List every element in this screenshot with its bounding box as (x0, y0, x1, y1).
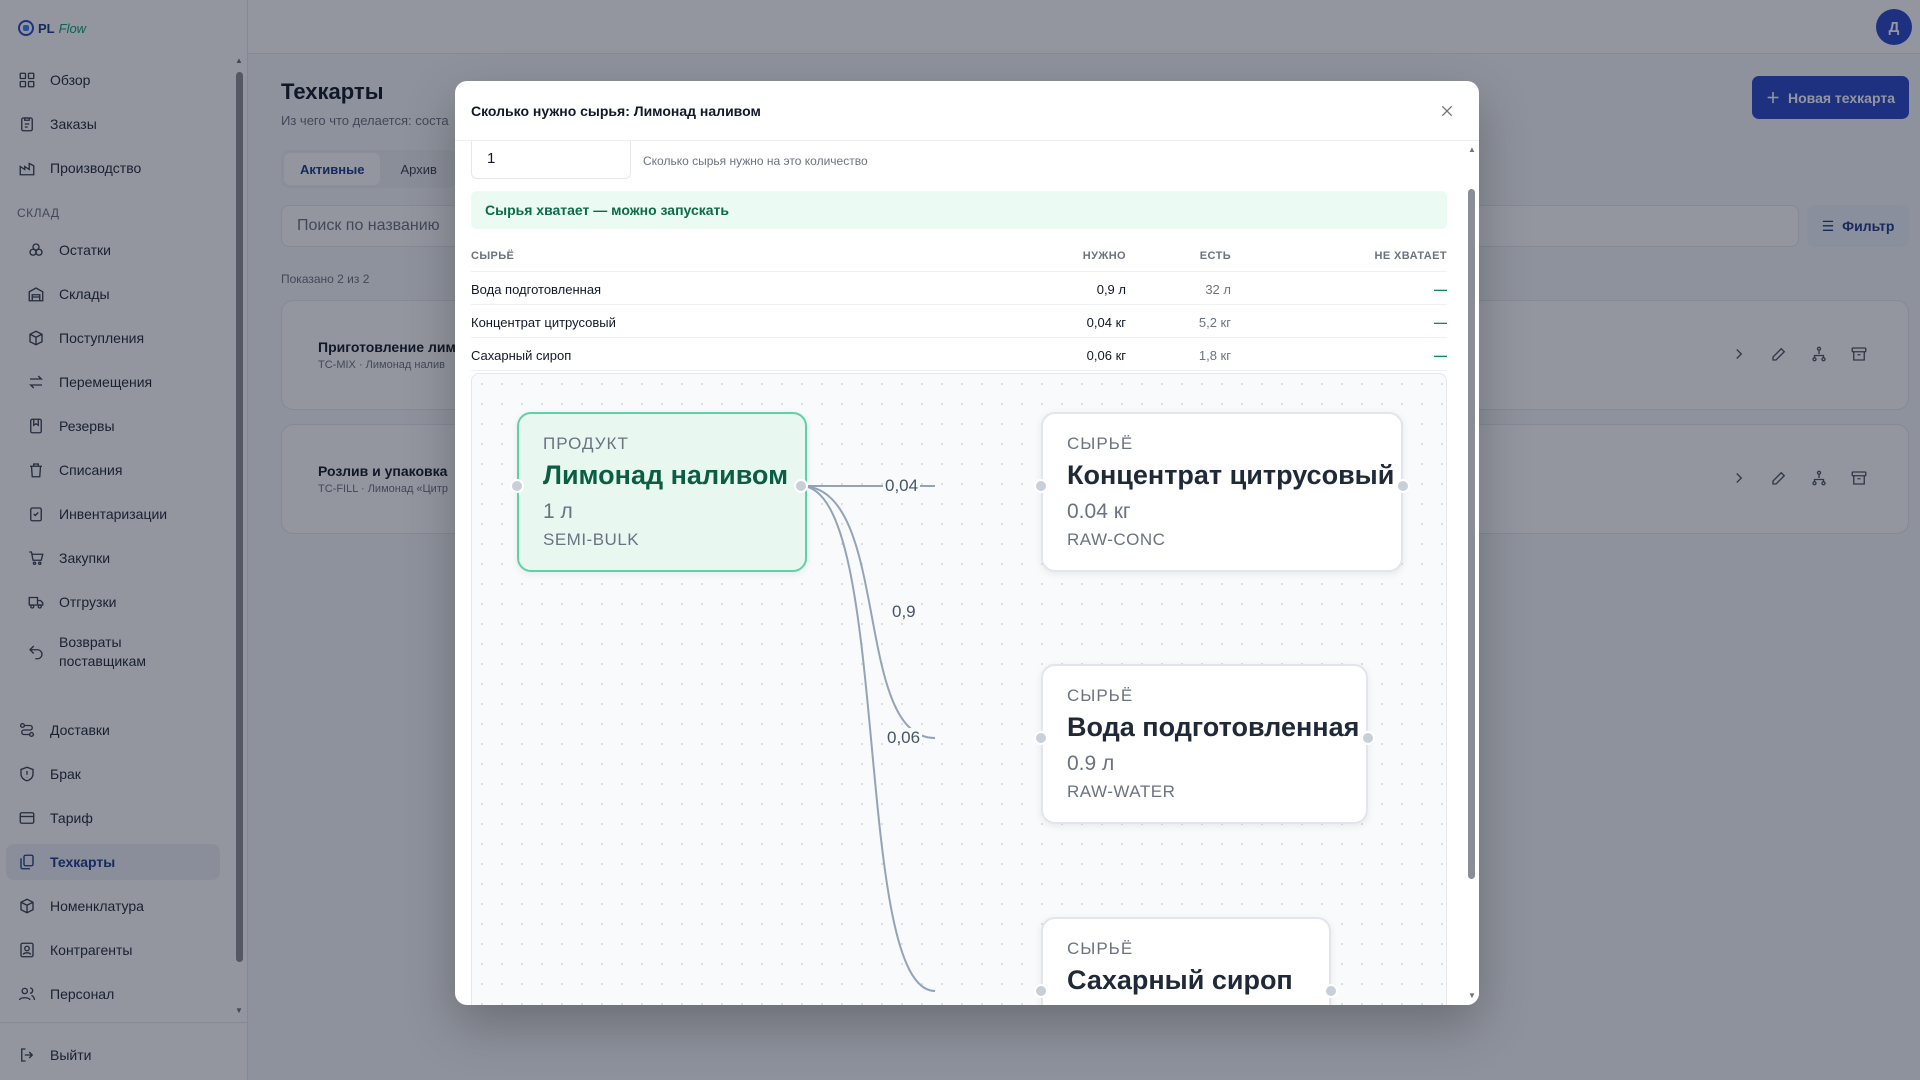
node-handle-in[interactable] (1034, 984, 1048, 998)
node-name: Концентрат цитрусовый (1067, 460, 1395, 490)
cell-material: Сахарный сироп (471, 348, 572, 363)
material-node[interactable]: СЫРЬЁ Сахарный сироп (1041, 917, 1331, 1005)
cell-available: 5,2 кг (1198, 315, 1231, 330)
scroll-up-icon[interactable]: ▲ (1468, 145, 1476, 154)
cell-needed: 0,04 кг (1086, 315, 1126, 330)
cell-available: 32 л (1205, 282, 1231, 297)
material-node[interactable]: СЫРЬЁ Вода подготовленная 0.9 л RAW-WATE… (1041, 664, 1368, 824)
node-sku: RAW-WATER (1067, 782, 1176, 801)
edge-label-syrup: 0,06 (885, 728, 923, 748)
close-button[interactable] (1435, 99, 1459, 123)
table-row: Сахарный сироп 0,06 кг 1,8 кг — (471, 338, 1447, 371)
node-handle-out[interactable] (1396, 479, 1410, 493)
cell-shortage: — (1434, 282, 1447, 297)
table-header: СЫРЬЁ НУЖНО ЕСТЬ НЕ ХВАТАЕТ (471, 239, 1447, 272)
node-name: Сахарный сироп (1067, 965, 1293, 995)
node-handle-in[interactable] (510, 479, 524, 493)
node-kind: СЫРЬЁ (1067, 939, 1134, 958)
col-available: ЕСТЬ (1199, 250, 1231, 262)
cell-needed: 0,06 кг (1086, 348, 1126, 363)
node-handle-out[interactable] (1361, 731, 1375, 745)
node-handle-in[interactable] (1034, 479, 1048, 493)
col-needed: НУЖНО (1082, 250, 1126, 262)
quantity-input[interactable] (471, 141, 631, 179)
node-qty: 0.04 кг (1067, 500, 1131, 523)
col-material: СЫРЬЁ (471, 250, 515, 262)
modal-header: Сколько нужно сырья: Лимонад наливом (455, 81, 1479, 141)
cell-needed: 0,9 л (1096, 282, 1126, 297)
node-handle-in[interactable] (1034, 731, 1048, 745)
modal-scroll-thumb[interactable] (1468, 189, 1475, 879)
node-handle-out[interactable] (794, 479, 808, 493)
cell-available: 1,8 кг (1198, 348, 1231, 363)
product-node[interactable]: ПРОДУКТ Лимонад наливом 1 л SEMI-BULK (517, 412, 807, 572)
requirements-modal: Сколько нужно сырья: Лимонад наливом Ско… (455, 81, 1479, 1005)
quantity-hint: Сколько сырья нужно на это количество (643, 154, 868, 168)
cell-material: Вода подготовленная (471, 282, 602, 297)
node-name: Лимонад наливом (543, 460, 789, 490)
edge-label-concentrate: 0,04 (883, 476, 921, 496)
node-name: Вода подготовленная (1067, 712, 1360, 742)
modal-body: Сколько сырья нужно на это количество Сы… (455, 141, 1465, 1005)
cell-shortage: — (1434, 348, 1447, 363)
node-kind: СЫРЬЁ (1067, 686, 1134, 705)
cell-shortage: — (1434, 315, 1447, 330)
cell-material: Концентрат цитрусовый (471, 315, 616, 330)
close-icon (1441, 105, 1453, 117)
node-kind: ПРОДУКТ (543, 434, 629, 453)
status-banner: Сырья хватает — можно запускать (471, 191, 1447, 229)
modal-title: Сколько нужно сырья: Лимонад наливом (471, 103, 761, 119)
node-qty: 0.9 л (1067, 752, 1115, 775)
modal-scrollbar[interactable]: ▲ ▼ (1465, 141, 1479, 1005)
flow-canvas[interactable]: 0,04 0,9 0,06 ПРОДУКТ Лимонад наливом 1 … (471, 373, 1447, 1005)
edge-label-water: 0,9 (890, 602, 918, 622)
node-qty: 1 л (543, 500, 573, 523)
node-handle-out[interactable] (1324, 984, 1338, 998)
requirements-table: СЫРЬЁ НУЖНО ЕСТЬ НЕ ХВАТАЕТ Вода подгото… (471, 239, 1447, 371)
table-row: Вода подготовленная 0,9 л 32 л — (471, 272, 1447, 305)
node-sku: RAW-CONC (1067, 530, 1166, 549)
col-shortage: НЕ ХВАТАЕТ (1374, 250, 1447, 262)
scroll-down-icon[interactable]: ▼ (1468, 991, 1476, 1000)
node-kind: СЫРЬЁ (1067, 434, 1134, 453)
table-row: Концентрат цитрусовый 0,04 кг 5,2 кг — (471, 305, 1447, 338)
material-node[interactable]: СЫРЬЁ Концентрат цитрусовый 0.04 кг RAW-… (1041, 412, 1403, 572)
node-sku: SEMI-BULK (543, 530, 640, 549)
